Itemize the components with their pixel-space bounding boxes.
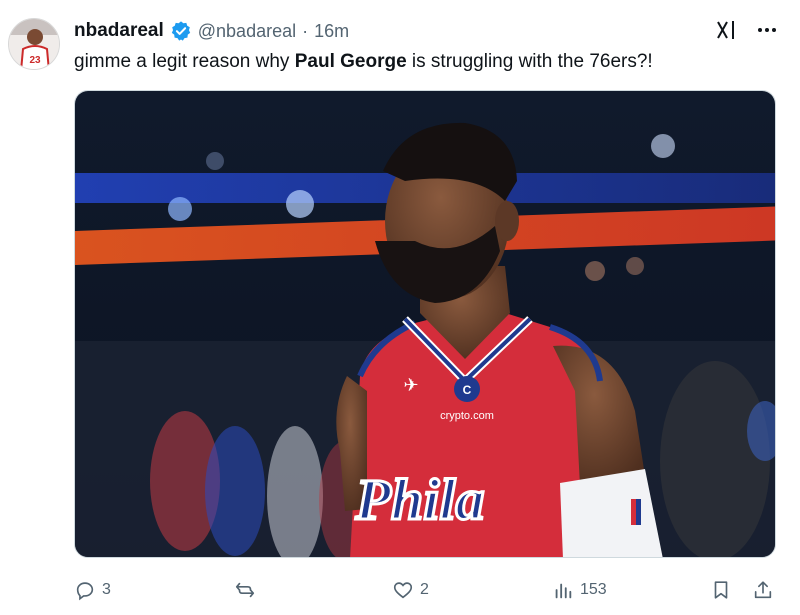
svg-text:✈: ✈	[403, 375, 418, 395]
post-text-bold: Paul George	[294, 51, 407, 72]
post-media[interactable]: C crypto.com ✈ Phila	[74, 90, 776, 558]
post-top-controls	[714, 18, 778, 47]
post-header: nbadareal @nbadareal · 16m	[74, 18, 349, 44]
share-button[interactable]	[752, 575, 774, 605]
share-icon	[754, 581, 772, 599]
grok-icon[interactable]	[714, 18, 738, 47]
repost-icon	[235, 582, 255, 598]
more-options-icon[interactable]	[756, 19, 778, 46]
verified-badge-icon	[170, 20, 192, 42]
views-count: 153	[580, 581, 607, 598]
reply-button[interactable]: 3	[74, 575, 111, 605]
svg-text:C: C	[463, 383, 472, 397]
avatar[interactable]: 23	[8, 18, 60, 70]
separator-dot: ·	[302, 20, 309, 41]
post-actions: 3 2 153	[74, 575, 778, 605]
bookmark-icon	[714, 581, 728, 599]
reply-icon	[76, 582, 94, 601]
post-text-part-2: is struggling with the 76ers?!	[406, 51, 653, 72]
handle[interactable]: @nbadareal	[198, 21, 296, 42]
player-photo: C crypto.com ✈ Phila	[75, 91, 775, 557]
views-button[interactable]: 153	[552, 575, 607, 605]
svg-text:23: 23	[29, 55, 41, 66]
heart-icon	[393, 582, 413, 599]
display-name[interactable]: nbadareal	[74, 20, 164, 42]
avatar-image: 23	[9, 19, 59, 69]
repost-button[interactable]	[234, 575, 262, 605]
timestamp[interactable]: 16m	[314, 21, 349, 42]
like-button[interactable]: 2	[392, 575, 429, 605]
views-chart-icon	[555, 583, 572, 599]
post-text-part-1: gimme a legit reason why	[74, 51, 295, 72]
reply-count: 3	[102, 581, 111, 598]
jersey-wordmark: Phila	[355, 467, 485, 532]
jersey-sponsor-text: crypto.com	[440, 410, 494, 422]
bookmark-button[interactable]	[710, 575, 732, 605]
post-text: gimme a legit reason why Paul George is …	[74, 49, 653, 75]
like-count: 2	[420, 581, 429, 598]
